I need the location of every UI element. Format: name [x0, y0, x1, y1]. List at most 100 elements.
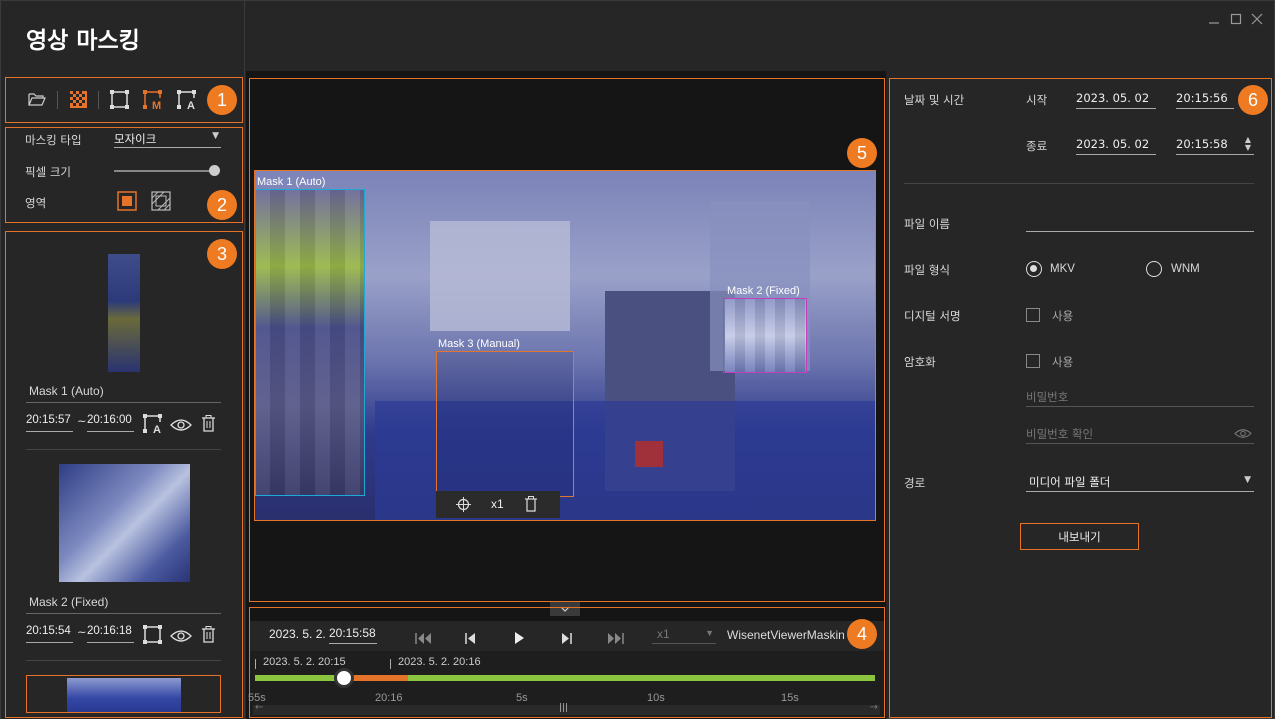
- dropdown-arrow-icon: ▼: [1244, 475, 1251, 485]
- scroll-right-icon[interactable]: →: [870, 702, 878, 713]
- format-mkv-label: MKV: [1050, 263, 1075, 275]
- mask-3-speed[interactable]: x1: [491, 497, 504, 511]
- mask-2-name: Mask 2 (Fixed): [29, 595, 109, 609]
- close-icon[interactable]: [1251, 13, 1263, 29]
- encrypt-checkbox[interactable]: [1026, 354, 1040, 368]
- step-back-icon[interactable]: [465, 629, 477, 648]
- play-icon[interactable]: [514, 629, 525, 648]
- mask-manual-icon[interactable]: M: [143, 90, 165, 114]
- end-label: 종료: [1026, 139, 1048, 153]
- warning-sign: [635, 441, 663, 467]
- mosaic-icon[interactable]: [70, 91, 87, 112]
- skip-to-end-icon[interactable]: [606, 629, 624, 648]
- password-confirm-input[interactable]: 비밀번호 확인: [1026, 426, 1254, 444]
- badge-1: 1: [207, 85, 237, 115]
- mask-2-thumbnail[interactable]: [59, 464, 190, 582]
- tick-2016: 20:16: [375, 692, 403, 704]
- playback-date: 2023. 5. 2.: [269, 627, 326, 641]
- area-label: 영역: [25, 196, 47, 210]
- mask-1-box[interactable]: [255, 189, 365, 496]
- step-forward-icon[interactable]: [560, 629, 572, 648]
- format-mkv-radio[interactable]: [1026, 261, 1042, 277]
- scroll-handle[interactable]: |||: [559, 703, 568, 713]
- mask-1-tilde: ~: [77, 414, 87, 428]
- datetime-label: 날짜 및 시간: [904, 93, 965, 107]
- speed-select[interactable]: x1 ▼: [652, 627, 716, 644]
- export-button[interactable]: 내보내기: [1020, 523, 1139, 550]
- masking-type-select[interactable]: 모자이크 ▼: [114, 131, 221, 148]
- dropdown-arrow-icon: ▼: [705, 628, 714, 638]
- mask-1-end-time[interactable]: 20:16:00: [87, 414, 134, 432]
- mask-fixed-icon[interactable]: [110, 90, 130, 114]
- minimize-icon[interactable]: [1208, 13, 1220, 29]
- crosshair-icon[interactable]: [456, 497, 471, 516]
- eye-icon[interactable]: [170, 417, 192, 436]
- mask-auto-icon[interactable]: A: [177, 90, 199, 114]
- playback-time[interactable]: 20:15:58: [329, 626, 377, 644]
- mask-3-list-item[interactable]: [26, 675, 221, 713]
- signature-label: 디지털 서명: [904, 309, 961, 323]
- end-date-field[interactable]: 2023. 05. 02: [1076, 137, 1156, 155]
- tick-15s: 15s: [781, 692, 799, 704]
- path-label: 경로: [904, 476, 926, 490]
- mask-2-box[interactable]: [723, 298, 807, 373]
- svg-text:A: A: [187, 100, 195, 110]
- pixel-size-slider-handle[interactable]: [209, 165, 220, 176]
- encrypt-use-label: 사용: [1052, 355, 1074, 369]
- timeline-playhead[interactable]: [334, 668, 354, 688]
- eye-icon[interactable]: [1234, 428, 1252, 442]
- tick-5s: 5s: [516, 692, 528, 704]
- mask-1-start-time[interactable]: 20:15:57: [26, 414, 73, 432]
- mask-2-tilde: ~: [77, 625, 87, 639]
- path-select[interactable]: 미디어 파일 폴더 ▼: [1026, 474, 1254, 492]
- spinner-icon[interactable]: ▲ ▼: [1245, 136, 1251, 152]
- filename-label: 파일 이름: [904, 217, 950, 231]
- mask-fixed-icon[interactable]: [143, 625, 163, 649]
- badge-2: 2: [207, 190, 237, 220]
- timeline-scrollbar[interactable]: ← ||| →: [253, 702, 880, 715]
- area-outside-icon[interactable]: [151, 191, 171, 215]
- playback-filename: WisenetViewerMaskin: [727, 628, 845, 642]
- eye-icon[interactable]: [170, 628, 192, 647]
- mask-3-thumbnail: [67, 678, 181, 712]
- mask-3-label: Mask 3 (Manual): [438, 338, 520, 350]
- format-label: 파일 형식: [904, 263, 950, 277]
- signature-checkbox[interactable]: [1026, 308, 1040, 322]
- mask-1-thumbnail[interactable]: [108, 254, 140, 372]
- app-title: 영상 마스킹: [26, 28, 140, 54]
- area-inside-icon[interactable]: [117, 191, 137, 215]
- badge-5: 5: [847, 138, 877, 168]
- timeline-marker-2: 2023. 5. 2. 20:16: [398, 656, 481, 668]
- trash-icon[interactable]: [201, 626, 216, 647]
- end-time-value: 20:15:58: [1176, 137, 1228, 151]
- app-window: 영상 마스킹 M A 1 마스킹 타입 모자이크 ▼ 픽셀 크기 영역 2 3 …: [0, 0, 1275, 719]
- format-wnm-radio[interactable]: [1146, 261, 1162, 277]
- masking-type-label: 마스킹 타입: [25, 133, 82, 147]
- mask-2-start-time[interactable]: 20:15:54: [26, 625, 73, 643]
- end-time-field[interactable]: 20:15:58 ▲ ▼: [1176, 136, 1254, 155]
- mask-3-box[interactable]: [436, 351, 574, 497]
- badge-6: 6: [1238, 85, 1268, 115]
- trash-icon[interactable]: [524, 496, 538, 516]
- mask-2-label: Mask 2 (Fixed): [727, 285, 800, 297]
- maximize-icon[interactable]: [1230, 13, 1242, 29]
- start-date-field[interactable]: 2023. 05. 02: [1076, 91, 1156, 109]
- pixel-size-slider-track[interactable]: [114, 170, 214, 172]
- scroll-left-icon[interactable]: ←: [255, 702, 263, 713]
- start-label: 시작: [1026, 93, 1048, 107]
- mask-2-end-time[interactable]: 20:16:18: [87, 625, 134, 643]
- mask-auto-icon[interactable]: A: [143, 414, 165, 438]
- dropdown-arrow-icon: ▼: [212, 131, 219, 141]
- start-time-field[interactable]: 20:15:56: [1176, 91, 1234, 109]
- badge-4: 4: [847, 619, 877, 649]
- folder-open-icon[interactable]: [28, 91, 46, 111]
- skip-to-start-icon[interactable]: [415, 629, 433, 648]
- password-confirm-placeholder: 비밀번호 확인: [1026, 427, 1094, 441]
- password-input[interactable]: 비밀번호: [1026, 389, 1254, 407]
- mask-1-label: Mask 1 (Auto): [257, 176, 326, 188]
- format-wnm-label: WNM: [1171, 263, 1200, 275]
- svg-text:M: M: [152, 100, 161, 110]
- trash-icon[interactable]: [201, 415, 216, 436]
- filename-input[interactable]: [1026, 214, 1254, 232]
- title-divider: [244, 1, 245, 71]
